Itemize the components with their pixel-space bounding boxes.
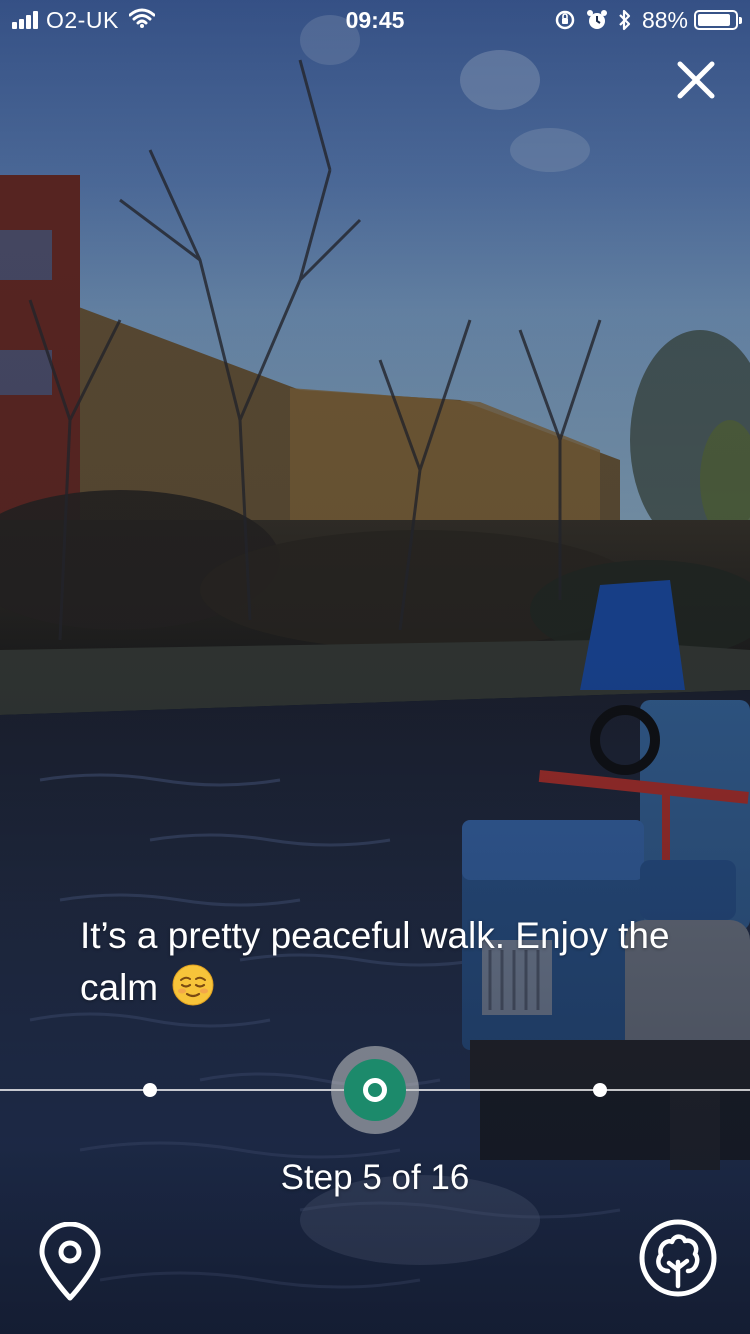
caption-text: It’s a pretty peaceful walk. Enjoy the c…: [80, 915, 670, 1008]
bluetooth-icon: [618, 9, 632, 31]
status-bar: O2-UK 09:45 88%: [0, 0, 750, 40]
map-pin-icon: [39, 1221, 101, 1301]
previous-step-dot[interactable]: [143, 1083, 157, 1097]
close-icon: [677, 61, 715, 99]
map-button[interactable]: [36, 1221, 104, 1302]
rotation-lock-icon: [554, 9, 576, 31]
walk-step-screen: O2-UK 09:45 88% It’s a pretty peaceful w…: [0, 0, 750, 1334]
battery-icon: [694, 10, 742, 30]
battery-level-fill: [698, 14, 730, 26]
relieved-face-emoji: [172, 964, 214, 1006]
step-caption: It’s a pretty peaceful walk. Enjoy the c…: [80, 910, 680, 1014]
current-step-ring: [363, 1078, 387, 1102]
step-counter: Step 5 of 16: [280, 1158, 470, 1197]
close-button[interactable]: [672, 56, 720, 104]
alarm-icon: [586, 9, 608, 31]
nature-button[interactable]: [638, 1218, 718, 1298]
battery-percent: 88%: [641, 6, 688, 33]
tree-icon: [639, 1219, 717, 1297]
current-step-marker[interactable]: [331, 1046, 419, 1134]
next-step-dot[interactable]: [593, 1083, 607, 1097]
battery-nub: [739, 17, 742, 24]
status-bar-right: 88%: [544, 6, 742, 33]
current-step-fill: [344, 1059, 406, 1121]
